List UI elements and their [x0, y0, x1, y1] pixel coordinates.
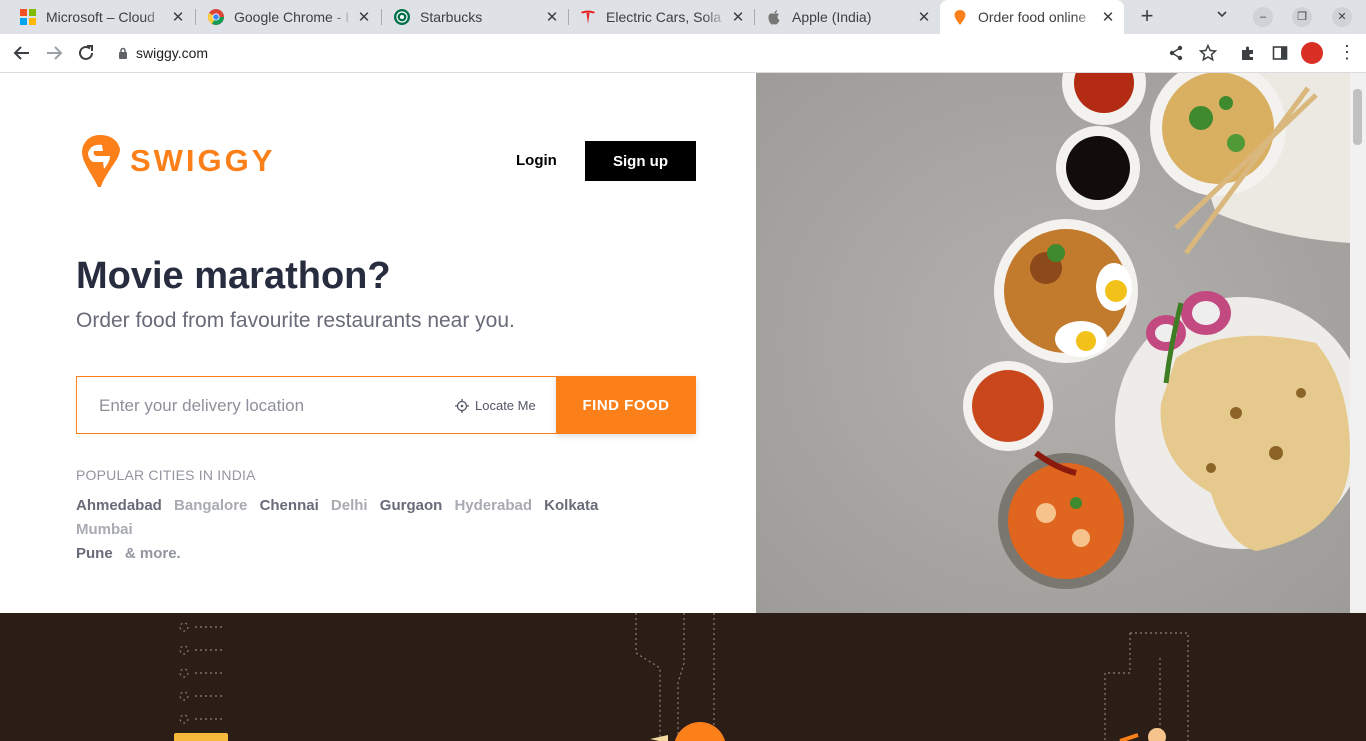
- profile-avatar[interactable]: [1301, 42, 1323, 64]
- tab-title: Microsoft – Cloud: [46, 9, 155, 25]
- close-icon[interactable]: ✕: [354, 8, 374, 26]
- share-icon[interactable]: [1166, 43, 1186, 63]
- crosshair-icon: [455, 398, 469, 413]
- swiggy-icon: [952, 9, 968, 25]
- city-link[interactable]: Chennai: [260, 497, 319, 514]
- tab-title: Apple (India): [792, 9, 872, 25]
- lock-icon[interactable]: [118, 46, 128, 64]
- tab-tesla[interactable]: Electric Cars, Sola ✕: [568, 0, 754, 34]
- hero-headline: Movie marathon?: [76, 255, 391, 297]
- side-panel-icon[interactable]: [1270, 43, 1290, 63]
- tab-strip: Microsoft – Cloud ✕ Google Chrome - I ✕ …: [0, 0, 1366, 34]
- close-icon[interactable]: ✕: [728, 8, 748, 26]
- city-link[interactable]: Ahmedabad: [76, 497, 162, 514]
- scrollbar-thumb[interactable]: [1353, 89, 1362, 145]
- city-link[interactable]: Gurgaon: [380, 497, 443, 514]
- city-link[interactable]: Bangalore: [174, 497, 247, 514]
- close-icon[interactable]: ✕: [168, 8, 188, 26]
- back-arrow-icon: [13, 46, 29, 60]
- features-band: [0, 613, 1366, 741]
- address-bar[interactable]: swiggy.com: [136, 41, 208, 65]
- delivery-location-input[interactable]: [97, 395, 441, 417]
- forward-button[interactable]: [42, 41, 66, 65]
- swiggy-logo[interactable]: SWIGGY: [80, 133, 275, 189]
- city-link[interactable]: Mumbai: [76, 521, 133, 538]
- popular-cities-title: POPULAR CITIES IN INDIA: [76, 467, 256, 483]
- page-content: SWIGGY Login Sign up Movie marathon? Ord…: [0, 73, 1366, 741]
- tesla-icon: [580, 9, 596, 25]
- city-link[interactable]: Pune: [76, 545, 113, 562]
- more-cities-link[interactable]: & more.: [125, 545, 181, 562]
- logo-text: SWIGGY: [130, 143, 276, 178]
- chrome-icon: [208, 9, 224, 25]
- tab-microsoft[interactable]: Microsoft – Cloud ✕: [8, 0, 194, 34]
- more-options-icon[interactable]: ⋮: [1338, 42, 1356, 62]
- food-hero-image: [756, 73, 1350, 613]
- bookmark-star-icon[interactable]: [1198, 43, 1218, 63]
- tab-title: Order food online: [978, 9, 1087, 25]
- starbucks-icon: [394, 9, 410, 25]
- restore-button[interactable]: ❐: [1292, 7, 1312, 27]
- browser-toolbar: swiggy.com ⋮: [0, 34, 1366, 73]
- tab-title: Starbucks: [420, 9, 483, 25]
- features-illustration: [174, 613, 1189, 741]
- locate-me-label: Locate Me: [475, 398, 536, 413]
- tab-swiggy[interactable]: Order food online ✕: [940, 0, 1124, 34]
- signup-button[interactable]: Sign up: [585, 141, 696, 181]
- hero-subline: Order food from favourite restaurants ne…: [76, 309, 515, 332]
- food-platter-illustration: [756, 73, 1350, 613]
- popular-cities-list: Ahmedabad Bangalore Chennai Delhi Gurgao…: [76, 494, 666, 566]
- location-search-box: Locate Me: [76, 376, 556, 434]
- reload-button[interactable]: [74, 41, 98, 65]
- city-link[interactable]: Hyderabad: [454, 497, 532, 514]
- reload-icon: [79, 45, 93, 60]
- city-link[interactable]: Kolkata: [544, 497, 598, 514]
- apple-icon: [766, 9, 782, 25]
- hero-panel: SWIGGY Login Sign up Movie marathon? Ord…: [0, 73, 756, 613]
- tab-apple[interactable]: Apple (India) ✕: [754, 0, 940, 34]
- tab-starbucks[interactable]: Starbucks ✕: [382, 0, 568, 34]
- close-window-button[interactable]: ✕: [1332, 7, 1352, 27]
- new-tab-button[interactable]: +: [1136, 5, 1158, 28]
- locate-me-button[interactable]: Locate Me: [455, 398, 536, 413]
- tab-search-chevron-icon[interactable]: [1216, 8, 1228, 23]
- minimize-button[interactable]: –: [1253, 7, 1273, 27]
- city-link[interactable]: Delhi: [331, 497, 368, 514]
- back-button[interactable]: [10, 41, 34, 65]
- forward-arrow-icon: [47, 46, 63, 60]
- page-scrollbar[interactable]: [1350, 73, 1366, 613]
- microsoft-icon: [20, 9, 36, 25]
- login-link[interactable]: Login: [516, 152, 557, 169]
- tab-chrome[interactable]: Google Chrome - I ✕: [196, 0, 380, 34]
- extensions-puzzle-icon[interactable]: [1238, 43, 1258, 63]
- close-icon[interactable]: ✕: [542, 8, 562, 26]
- swiggy-logo-icon: [82, 135, 120, 187]
- tab-title: Electric Cars, Sola: [606, 9, 722, 25]
- find-food-button[interactable]: FIND FOOD: [556, 376, 696, 434]
- tab-title: Google Chrome - I: [234, 9, 350, 25]
- close-icon[interactable]: ✕: [914, 8, 934, 26]
- close-icon[interactable]: ✕: [1098, 8, 1118, 26]
